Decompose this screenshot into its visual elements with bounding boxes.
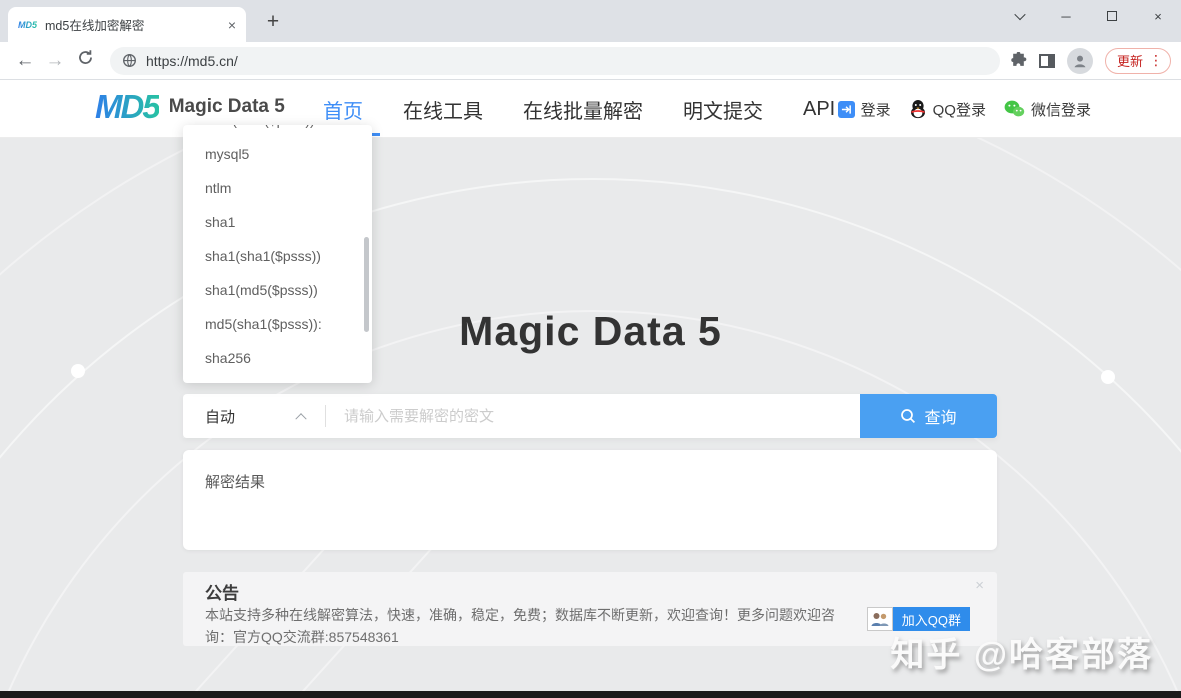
- algorithm-options: md5(md5($psss)) mysql5 ntlm sha1 sha1(sh…: [183, 125, 372, 375]
- option-sha1[interactable]: sha1: [183, 205, 372, 239]
- nav-item-plaintext-submit[interactable]: 明文提交: [683, 95, 763, 124]
- search-icon: [901, 409, 916, 424]
- browser-window: MD5 md5在线加密解密 × + ─ × ← → https://md5.cn: [0, 0, 1181, 698]
- profile-avatar[interactable]: [1066, 47, 1093, 74]
- globe-icon: [123, 54, 136, 67]
- url-text: https://md5.cn/: [146, 52, 238, 69]
- tab-title: md5在线加密解密: [45, 19, 145, 33]
- page-title: Magic Data 5: [459, 308, 722, 354]
- algorithm-select[interactable]: 自动: [183, 406, 325, 427]
- decor-dot-right: [1101, 370, 1115, 384]
- login-label: 登录: [860, 101, 891, 119]
- forward-button[interactable]: →: [40, 50, 70, 72]
- window-maximize-button[interactable]: [1089, 0, 1135, 32]
- option-mysql5[interactable]: mysql5: [183, 137, 372, 171]
- decrypt-result-panel: 解密结果: [183, 450, 997, 550]
- zhihu-watermark: 知乎 @哈客部落: [890, 636, 1153, 674]
- new-tab-button[interactable]: +: [258, 9, 288, 37]
- qq-login-label: QQ登录: [932, 101, 986, 119]
- back-button[interactable]: ←: [10, 50, 40, 72]
- auth-links: 登录 QQ登录 微信登录: [837, 80, 1091, 138]
- logo-md5-mark: MD5: [95, 88, 161, 125]
- option-sha256[interactable]: sha256: [183, 341, 372, 375]
- window-minimize-button[interactable]: ─: [1043, 0, 1089, 32]
- extensions-puzzle-icon[interactable]: [1010, 52, 1027, 69]
- qq-login-link[interactable]: QQ登录: [909, 99, 986, 120]
- search-input-group: 自动: [183, 394, 860, 438]
- result-label: 解密结果: [205, 474, 266, 491]
- site-logo[interactable]: MD5 Magic Data 5: [95, 88, 285, 126]
- option-ntlm[interactable]: ntlm: [183, 171, 372, 205]
- site-navbar: MD5 Magic Data 5 首页 在线工具 在线批量解密 明文提交 API…: [0, 80, 1181, 138]
- announcement-body: 本站支持多种在线解密算法，快速，准确，稳定，免费；数据库不断更新，欢迎查询！更多…: [205, 607, 835, 645]
- chevron-up-icon: [295, 413, 307, 425]
- site-favicon-icon: MD5: [18, 19, 38, 30]
- option-sha1-sha1[interactable]: sha1(sha1($psss)): [183, 239, 372, 273]
- algorithm-dropdown: md5(md5($psss)) mysql5 ntlm sha1 sha1(sh…: [183, 125, 372, 383]
- nav-item-online-tools[interactable]: 在线工具: [403, 95, 483, 124]
- query-button[interactable]: 查询: [860, 394, 997, 438]
- option-md5-sha1[interactable]: md5(sha1($psss)):: [183, 307, 372, 341]
- browser-menu-icon[interactable]: ⋮: [1149, 52, 1163, 69]
- nav-item-batch-decrypt[interactable]: 在线批量解密: [523, 95, 643, 124]
- window-close-button[interactable]: ×: [1135, 0, 1181, 32]
- login-icon: [837, 100, 855, 118]
- announcement-title: 公告: [205, 584, 239, 603]
- browser-toolbar: ← → https://md5.cn/ 更新 ⋮: [0, 42, 1181, 80]
- option-clipped-top[interactable]: md5(md5($psss)): [183, 125, 372, 137]
- nav-item-home[interactable]: 首页: [323, 95, 363, 124]
- side-panel-fill: [1047, 55, 1053, 66]
- maximize-icon: [1107, 11, 1117, 21]
- nav-item-api[interactable]: API: [803, 98, 835, 121]
- announcement-panel: 公告 × 本站支持多种在线解密算法，快速，准确，稳定，免费；数据库不断更新，欢迎…: [183, 572, 997, 646]
- user-icon: [1074, 55, 1086, 67]
- ciphertext-input[interactable]: [326, 407, 860, 425]
- login-link[interactable]: 登录: [837, 99, 891, 120]
- titlebar: MD5 md5在线加密解密 × + ─ ×: [0, 0, 1181, 42]
- option-sha1-md5[interactable]: sha1(md5($psss)): [183, 273, 372, 307]
- qq-penguin-icon: [910, 100, 925, 119]
- wechat-login-label: 微信登录: [1030, 101, 1091, 119]
- qq-group-people-icon: [866, 607, 893, 631]
- wechat-login-link[interactable]: 微信登录: [1004, 99, 1091, 120]
- chevron-down-icon: [1014, 8, 1026, 21]
- bottom-dark-strip: [0, 691, 1181, 698]
- update-label: 更新: [1116, 54, 1143, 69]
- wechat-icon: [1004, 100, 1025, 117]
- browser-tab[interactable]: MD5 md5在线加密解密 ×: [8, 7, 246, 42]
- window-chevron-down-icon[interactable]: [997, 0, 1043, 32]
- decor-dot-left: [71, 364, 85, 378]
- side-panel-icon[interactable]: [1038, 53, 1055, 68]
- logo-site-name: Magic Data 5: [168, 96, 285, 117]
- decrypt-search-bar: 自动 查询: [183, 394, 997, 438]
- chrome-update-button[interactable]: 更新 ⋮: [1104, 47, 1171, 74]
- toolbar-right: 更新 ⋮: [1010, 47, 1171, 74]
- dropdown-scrollbar-thumb[interactable]: [364, 237, 369, 332]
- tab-close-icon[interactable]: ×: [228, 17, 236, 33]
- reload-button[interactable]: [70, 49, 100, 72]
- address-bar[interactable]: https://md5.cn/: [110, 46, 1000, 75]
- algorithm-select-value: 自动: [205, 408, 236, 426]
- main-nav: 首页 在线工具 在线批量解密 明文提交 API: [323, 80, 835, 138]
- window-controls: ─ ×: [997, 0, 1181, 32]
- query-button-label: 查询: [924, 410, 957, 427]
- reload-icon: [78, 50, 92, 64]
- announcement-close-icon[interactable]: ×: [975, 577, 984, 594]
